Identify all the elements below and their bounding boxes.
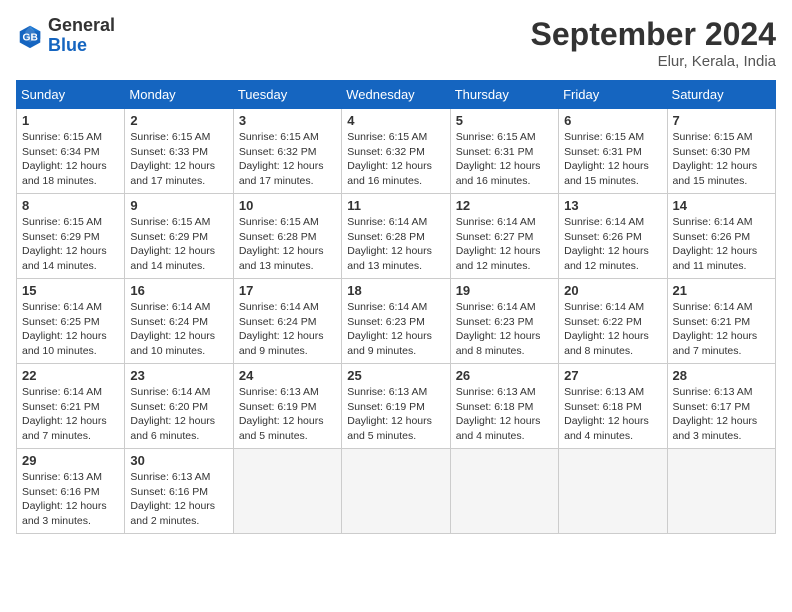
day-29: 29 Sunrise: 6:13 AMSunset: 6:16 PMDaylig… xyxy=(17,449,125,534)
day-23: 23 Sunrise: 6:14 AMSunset: 6:20 PMDaylig… xyxy=(125,364,233,449)
week-row-5: 29 Sunrise: 6:13 AMSunset: 6:16 PMDaylig… xyxy=(17,449,776,534)
day-10: 10 Sunrise: 6:15 AMSunset: 6:28 PMDaylig… xyxy=(233,194,341,279)
logo-blue: Blue xyxy=(48,36,115,56)
col-monday: Monday xyxy=(125,81,233,109)
day-3: 3 Sunrise: 6:15 AMSunset: 6:32 PMDayligh… xyxy=(233,109,341,194)
day-14: 14 Sunrise: 6:14 AMSunset: 6:26 PMDaylig… xyxy=(667,194,775,279)
week-row-3: 15 Sunrise: 6:14 AMSunset: 6:25 PMDaylig… xyxy=(17,279,776,364)
logo-general: General xyxy=(48,16,115,36)
month-title: September 2024 xyxy=(531,16,776,53)
day-27: 27 Sunrise: 6:13 AMSunset: 6:18 PMDaylig… xyxy=(559,364,667,449)
empty-cell-2 xyxy=(342,449,450,534)
col-saturday: Saturday xyxy=(667,81,775,109)
day-17: 17 Sunrise: 6:14 AMSunset: 6:24 PMDaylig… xyxy=(233,279,341,364)
day-9: 9 Sunrise: 6:15 AMSunset: 6:29 PMDayligh… xyxy=(125,194,233,279)
day-21: 21 Sunrise: 6:14 AMSunset: 6:21 PMDaylig… xyxy=(667,279,775,364)
empty-cell-1 xyxy=(233,449,341,534)
day-11: 11 Sunrise: 6:14 AMSunset: 6:28 PMDaylig… xyxy=(342,194,450,279)
empty-cell-4 xyxy=(559,449,667,534)
logo-text: General Blue xyxy=(48,16,115,56)
col-friday: Friday xyxy=(559,81,667,109)
col-thursday: Thursday xyxy=(450,81,558,109)
header-row: Sunday Monday Tuesday Wednesday Thursday… xyxy=(17,81,776,109)
empty-cell-3 xyxy=(450,449,558,534)
location-subtitle: Elur, Kerala, India xyxy=(531,53,776,70)
day-16: 16 Sunrise: 6:14 AMSunset: 6:24 PMDaylig… xyxy=(125,279,233,364)
day-15: 15 Sunrise: 6:14 AMSunset: 6:25 PMDaylig… xyxy=(17,279,125,364)
week-row-4: 22 Sunrise: 6:14 AMSunset: 6:21 PMDaylig… xyxy=(17,364,776,449)
day-24: 24 Sunrise: 6:13 AMSunset: 6:19 PMDaylig… xyxy=(233,364,341,449)
title-area: September 2024 Elur, Kerala, India xyxy=(531,16,776,70)
week-row-1: 1 Sunrise: 6:15 AMSunset: 6:34 PMDayligh… xyxy=(17,109,776,194)
col-sunday: Sunday xyxy=(17,81,125,109)
day-2: 2 Sunrise: 6:15 AMSunset: 6:33 PMDayligh… xyxy=(125,109,233,194)
day-7: 7 Sunrise: 6:15 AMSunset: 6:30 PMDayligh… xyxy=(667,109,775,194)
day-13: 13 Sunrise: 6:14 AMSunset: 6:26 PMDaylig… xyxy=(559,194,667,279)
page-header: GB General Blue September 2024 Elur, Ker… xyxy=(16,16,776,70)
logo: GB General Blue xyxy=(16,16,115,56)
col-wednesday: Wednesday xyxy=(342,81,450,109)
calendar-table: Sunday Monday Tuesday Wednesday Thursday… xyxy=(16,80,776,534)
day-26: 26 Sunrise: 6:13 AMSunset: 6:18 PMDaylig… xyxy=(450,364,558,449)
day-25: 25 Sunrise: 6:13 AMSunset: 6:19 PMDaylig… xyxy=(342,364,450,449)
empty-cell-5 xyxy=(667,449,775,534)
day-22: 22 Sunrise: 6:14 AMSunset: 6:21 PMDaylig… xyxy=(17,364,125,449)
day-28: 28 Sunrise: 6:13 AMSunset: 6:17 PMDaylig… xyxy=(667,364,775,449)
day-20: 20 Sunrise: 6:14 AMSunset: 6:22 PMDaylig… xyxy=(559,279,667,364)
day-8: 8 Sunrise: 6:15 AMSunset: 6:29 PMDayligh… xyxy=(17,194,125,279)
day-5: 5 Sunrise: 6:15 AMSunset: 6:31 PMDayligh… xyxy=(450,109,558,194)
day-1: 1 Sunrise: 6:15 AMSunset: 6:34 PMDayligh… xyxy=(17,109,125,194)
col-tuesday: Tuesday xyxy=(233,81,341,109)
svg-text:GB: GB xyxy=(23,32,38,43)
day-30: 30 Sunrise: 6:13 AMSunset: 6:16 PMDaylig… xyxy=(125,449,233,534)
day-6: 6 Sunrise: 6:15 AMSunset: 6:31 PMDayligh… xyxy=(559,109,667,194)
day-12: 12 Sunrise: 6:14 AMSunset: 6:27 PMDaylig… xyxy=(450,194,558,279)
week-row-2: 8 Sunrise: 6:15 AMSunset: 6:29 PMDayligh… xyxy=(17,194,776,279)
logo-icon: GB xyxy=(16,22,44,50)
day-19: 19 Sunrise: 6:14 AMSunset: 6:23 PMDaylig… xyxy=(450,279,558,364)
day-18: 18 Sunrise: 6:14 AMSunset: 6:23 PMDaylig… xyxy=(342,279,450,364)
day-4: 4 Sunrise: 6:15 AMSunset: 6:32 PMDayligh… xyxy=(342,109,450,194)
